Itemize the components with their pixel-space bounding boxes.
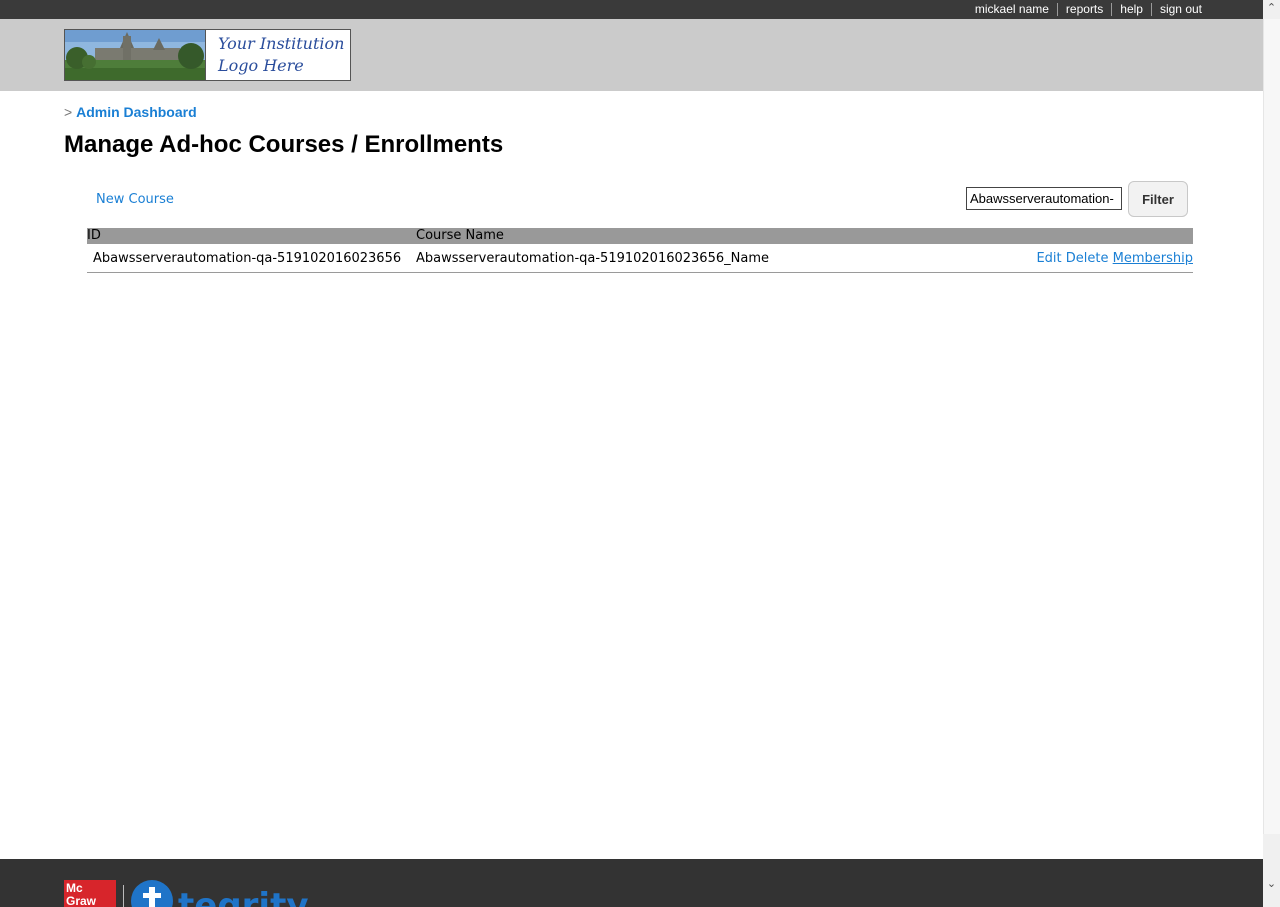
course-name-cell: Abawsserverautomation-qa-519102016023656… (416, 244, 955, 273)
breadcrumb: > Admin Dashboard (64, 104, 197, 120)
top-bar: mickael name reports help sign out (0, 0, 1263, 19)
table-header-row: ID Course Name (87, 228, 1193, 244)
membership-link[interactable]: Membership (1113, 251, 1193, 266)
campus-photo (65, 30, 206, 80)
sign-out-link[interactable]: sign out (1150, 3, 1210, 16)
scrollbar-thumb[interactable] (1263, 19, 1280, 834)
filter-input[interactable] (966, 187, 1122, 210)
table-row: Abawsserverautomation-qa-519102016023656… (87, 244, 1193, 273)
column-header-actions (954, 228, 1193, 244)
footer-divider (123, 885, 124, 907)
new-course-link[interactable]: New Course (96, 192, 174, 207)
delete-link[interactable]: Delete (1066, 251, 1109, 266)
chevron-down-icon[interactable]: ⌄ (1263, 876, 1280, 893)
vertical-scrollbar[interactable]: ⌃ ⌄ (1263, 0, 1280, 907)
breadcrumb-separator: > (64, 104, 73, 120)
courses-table: ID Course Name Abawsserverautomation-qa-… (87, 228, 1193, 273)
footer: Mc Graw tegrity (0, 859, 1263, 907)
chevron-up-icon[interactable]: ⌃ (1263, 0, 1280, 17)
institution-logo: Your Institution Logo Here (64, 29, 351, 81)
course-id-cell: Abawsserverautomation-qa-519102016023656 (87, 244, 416, 273)
logo-line-2: Logo Here (218, 56, 304, 75)
help-link[interactable]: help (1111, 3, 1151, 16)
edit-link[interactable]: Edit (1036, 251, 1061, 266)
column-header-course-name: Course Name (416, 228, 955, 244)
admin-dashboard-link[interactable]: Admin Dashboard (76, 104, 197, 120)
logo-line-1: Your Institution (218, 34, 345, 53)
header: Your Institution Logo Here (0, 19, 1263, 91)
page-title: Manage Ad-hoc Courses / Enrollments (64, 131, 504, 158)
row-actions: Edit Delete Membership (954, 244, 1193, 273)
tegrity-wordmark: tegrity (178, 886, 309, 907)
mcgraw-hill-logo: Mc Graw (64, 880, 116, 907)
filter-button[interactable]: Filter (1128, 181, 1188, 217)
top-nav: mickael name reports help sign out (967, 0, 1210, 19)
logo-text: Your Institution Logo Here (206, 30, 350, 80)
tegrity-logo: tegrity (130, 879, 320, 907)
brand-line-2: Graw (66, 894, 97, 907)
column-header-id: ID (87, 228, 416, 244)
user-name-link[interactable]: mickael name (967, 3, 1057, 16)
reports-link[interactable]: reports (1056, 3, 1111, 16)
